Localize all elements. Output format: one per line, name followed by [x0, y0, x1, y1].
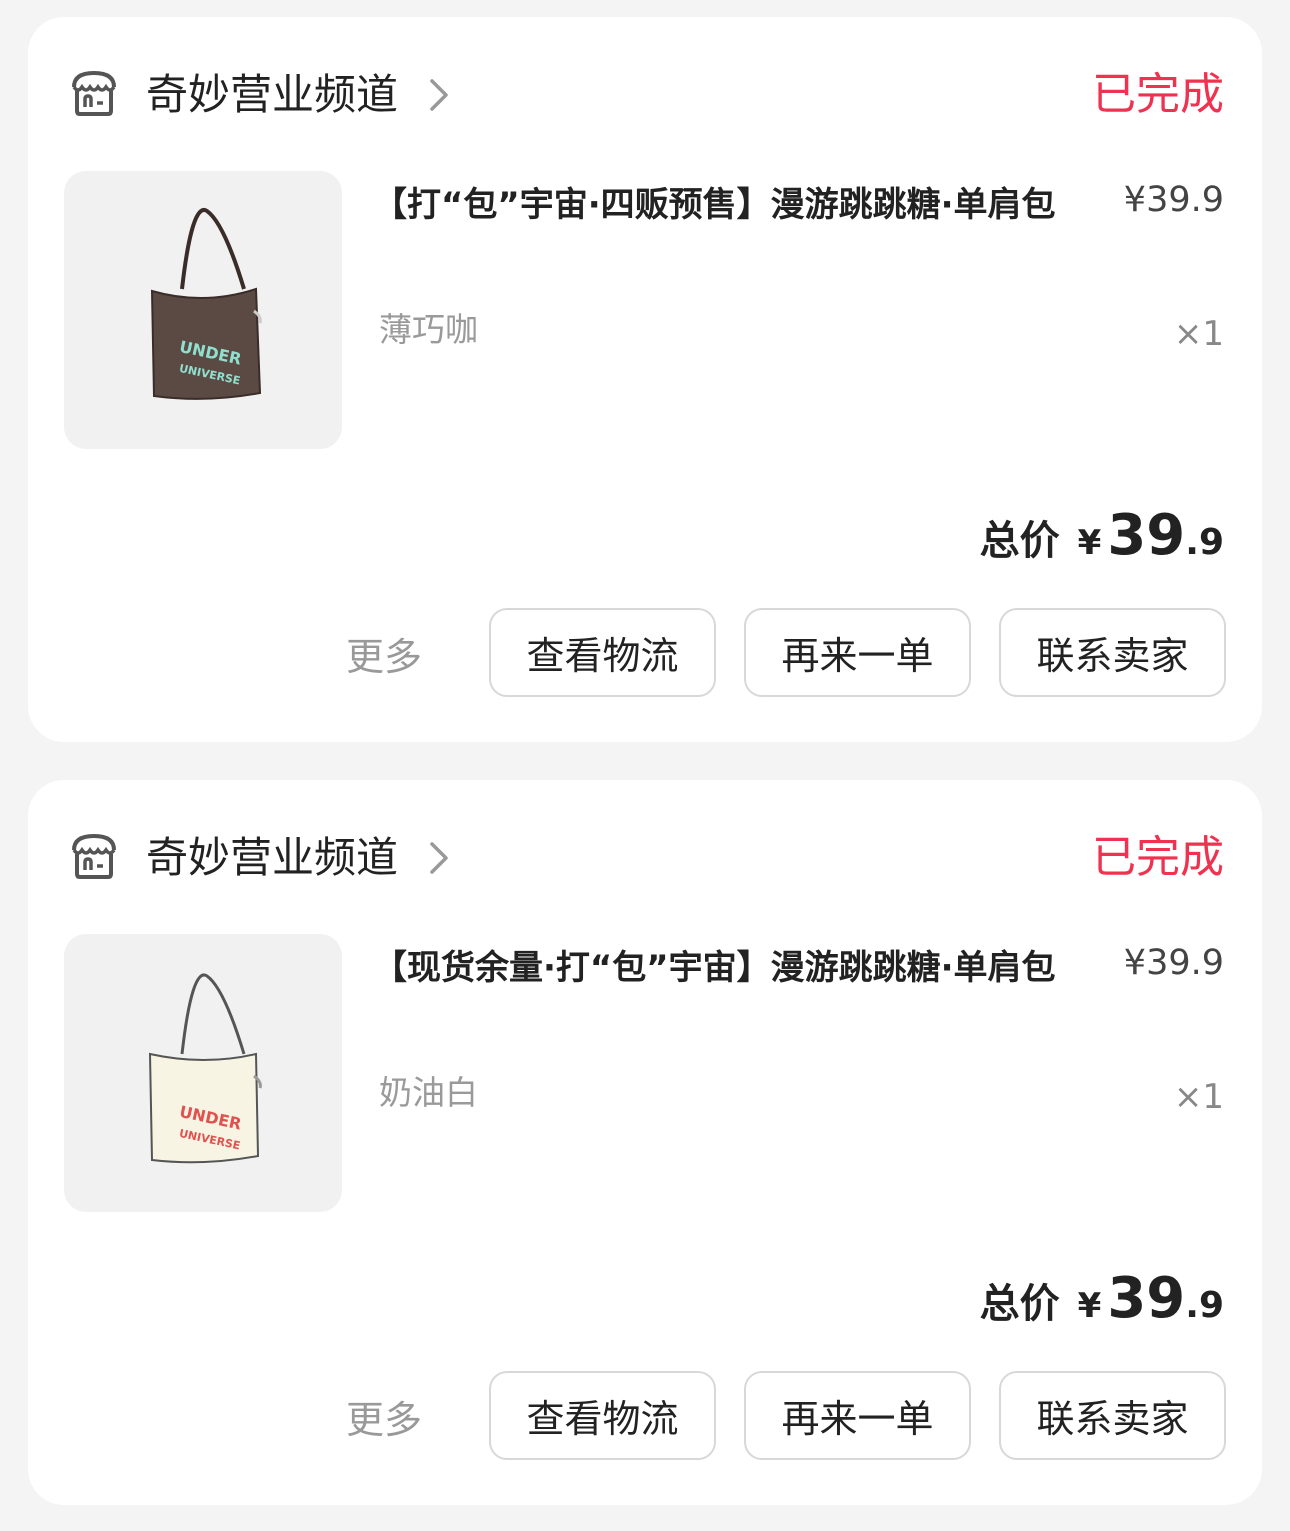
reorder-button[interactable]: 再来一单 — [744, 608, 971, 697]
order-total: 总价 ¥ 39 .9 — [980, 503, 1224, 568]
chevron-right-icon[interactable] — [426, 77, 452, 113]
more-button[interactable]: 更多 — [346, 632, 422, 682]
shop-name[interactable]: 奇妙营业频道 — [146, 830, 398, 886]
product-variant: 奶油白 — [379, 1073, 478, 1112]
total-decimal: .9 — [1185, 1285, 1224, 1326]
order-card[interactable]: 奇妙营业频道 已完成 UNDER UNIVERSE 【打“包”宇宙·四贩预售】漫… — [28, 17, 1262, 742]
order-status: 已完成 — [1092, 832, 1224, 883]
store-icon — [72, 833, 116, 879]
view-logistics-button[interactable]: 查看物流 — [489, 1371, 716, 1460]
product-title[interactable]: 【打“包”宇宙·四贩预售】漫游跳跳糖·单肩包 — [373, 177, 1063, 233]
shop-name[interactable]: 奇妙营业频道 — [146, 67, 398, 123]
contact-seller-button[interactable]: 联系卖家 — [999, 1371, 1226, 1460]
total-decimal: .9 — [1185, 522, 1224, 563]
product-variant: 薄巧咖 — [379, 310, 478, 349]
total-integer: 39 — [1107, 1266, 1186, 1331]
product-image[interactable]: UNDER UNIVERSE — [64, 171, 342, 449]
product-title[interactable]: 【现货余量·打“包”宇宙】漫游跳跳糖·单肩包 — [373, 940, 1063, 996]
unit-price: ¥39.9 — [1123, 180, 1224, 220]
more-button[interactable]: 更多 — [346, 1395, 422, 1445]
view-logistics-button[interactable]: 查看物流 — [489, 608, 716, 697]
contact-seller-button[interactable]: 联系卖家 — [999, 608, 1226, 697]
total-currency: ¥ — [1077, 1286, 1102, 1326]
product-image[interactable]: UNDER UNIVERSE — [64, 934, 342, 1212]
total-integer: 39 — [1107, 503, 1186, 568]
tote-bag-cream-image: UNDER UNIVERSE — [148, 973, 262, 1164]
order-total: 总价 ¥ 39 .9 — [980, 1266, 1224, 1331]
tote-bag-brown-image: UNDER UNIVERSE — [150, 207, 262, 400]
quantity: ×1 — [1173, 314, 1224, 354]
order-status: 已完成 — [1092, 69, 1224, 120]
chevron-right-icon[interactable] — [426, 840, 452, 876]
total-label: 总价 — [979, 1281, 1060, 1327]
total-currency: ¥ — [1077, 523, 1102, 563]
order-card[interactable]: 奇妙营业频道 已完成 UNDER UNIVERSE 【现货余量·打“包”宇宙】漫… — [28, 780, 1262, 1505]
quantity: ×1 — [1173, 1077, 1224, 1117]
reorder-button[interactable]: 再来一单 — [744, 1371, 971, 1460]
unit-price: ¥39.9 — [1123, 943, 1224, 983]
store-icon — [72, 70, 116, 116]
total-label: 总价 — [979, 518, 1060, 564]
